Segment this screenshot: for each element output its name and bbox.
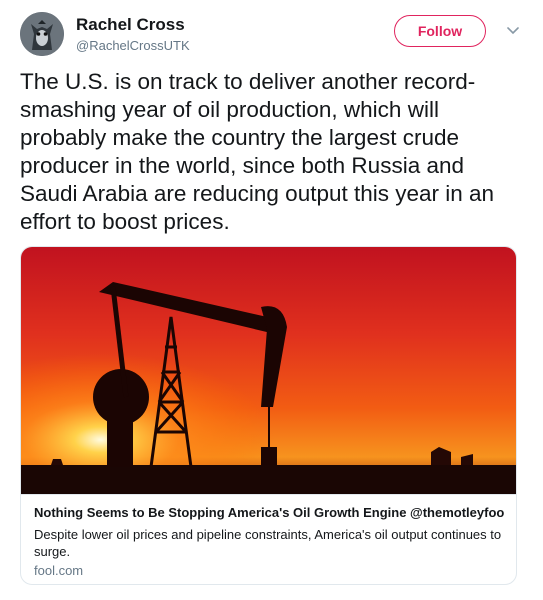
- card-description: Despite lower oil prices and pipeline co…: [34, 527, 502, 559]
- card-body: Nothing Seems to Be Stopping America's O…: [21, 494, 516, 584]
- tweet-header: Rachel Cross @RachelCrossUTK Follow: [20, 12, 525, 58]
- avatar[interactable]: [20, 12, 64, 56]
- card-title[interactable]: Nothing Seems to Be Stopping America's O…: [34, 505, 504, 520]
- card-domain: fool.com: [34, 563, 84, 578]
- card-image[interactable]: [21, 247, 516, 494]
- tweet-text: The U.S. is on track to deliver another …: [20, 69, 495, 234]
- chevron-down-icon[interactable]: [504, 22, 522, 40]
- author-name[interactable]: Rachel Cross: [76, 15, 185, 35]
- author-handle[interactable]: @RachelCrossUTK: [76, 38, 190, 53]
- follow-button[interactable]: Follow: [394, 15, 486, 47]
- oil-pumpjack-sunset-image: [21, 247, 516, 494]
- avatar-image: [20, 12, 64, 56]
- link-card[interactable]: Nothing Seems to Be Stopping America's O…: [20, 246, 517, 585]
